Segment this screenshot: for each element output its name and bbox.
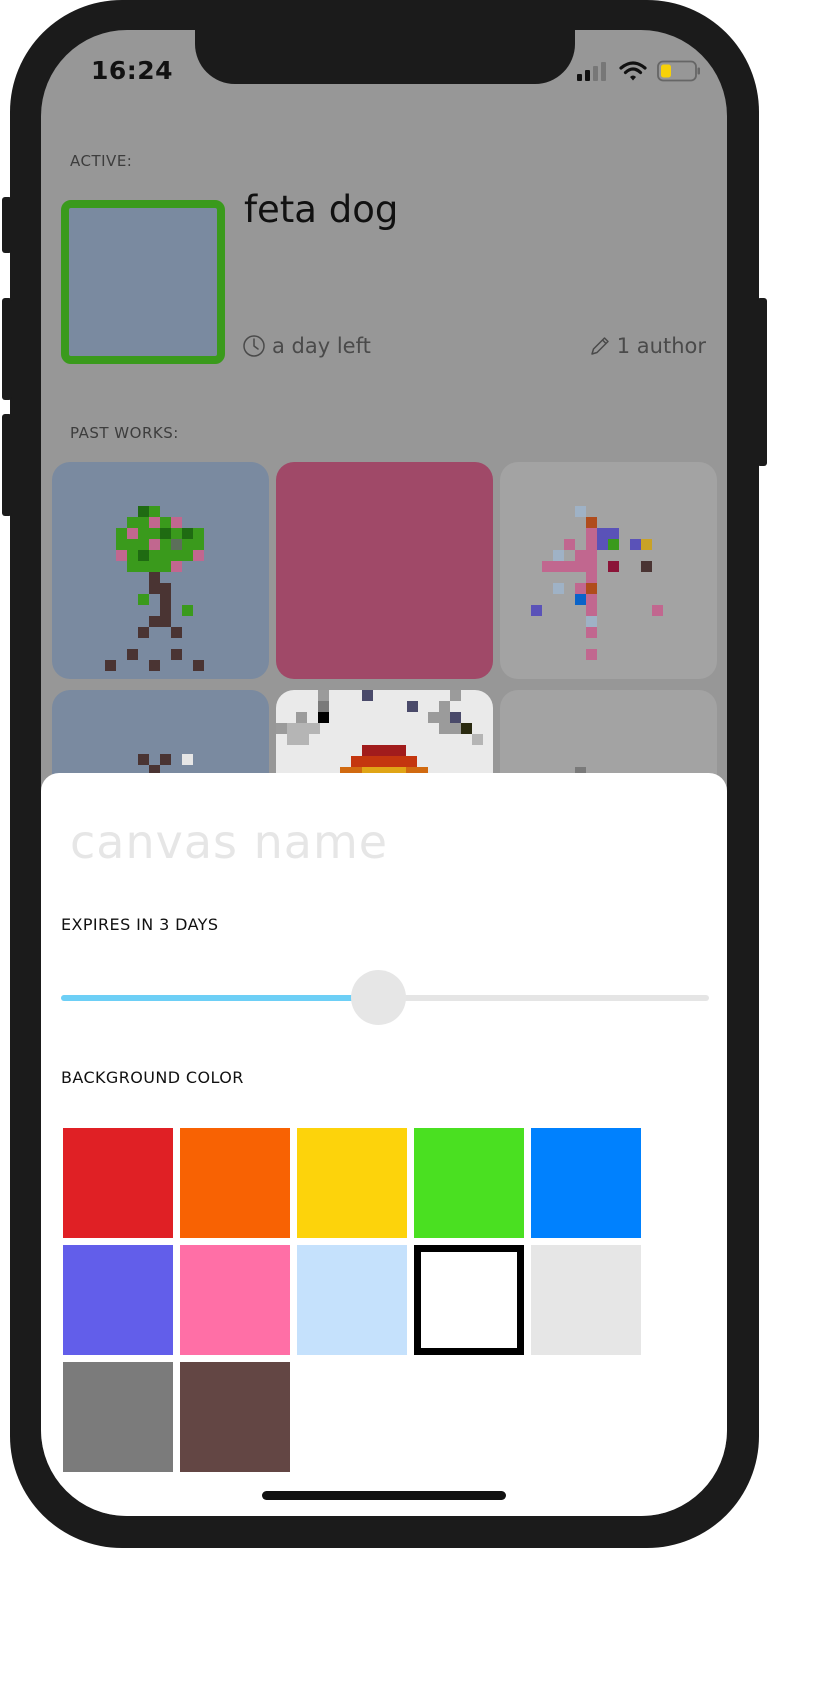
color-swatch[interactable] [180,1245,290,1355]
app-screen: 16:24 ACTIVE: feta dog a day left 1 auth… [41,30,727,1516]
color-swatch[interactable] [414,1128,524,1238]
tree-pixel-art [105,506,204,671]
past-work-tile-abstract[interactable] [500,462,717,679]
color-swatch[interactable] [297,1245,407,1355]
volume-down-button [2,414,12,516]
power-button [757,298,767,466]
expires-label: EXPIRES IN 3 DAYS [61,915,219,934]
expiry-slider-thumb[interactable] [351,970,407,1025]
color-swatch[interactable] [531,1245,641,1355]
active-canvas-title[interactable]: feta dog [244,188,398,231]
status-time: 16:24 [91,56,174,85]
authors-info: 1 author [589,334,706,358]
status-icons [577,60,701,82]
color-swatch[interactable] [297,1128,407,1238]
battery-icon [657,60,700,82]
past-works-section-label: PAST WORKS: [70,424,179,442]
color-swatch-selected[interactable] [414,1245,524,1355]
expiry-slider-fill [61,995,379,1001]
background-color-label: BACKGROUND COLOR [61,1068,244,1087]
cellular-signal-icon [577,62,606,81]
authors-text: 1 author [616,334,706,358]
expiry-slider[interactable] [61,970,709,1025]
active-section-label: ACTIVE: [70,152,133,170]
pencil-icon [591,337,609,355]
time-left-info: a day left [242,334,371,358]
past-work-tile-pink[interactable] [276,462,493,679]
clock-icon [243,335,265,357]
notch [195,30,575,84]
mute-switch [2,197,12,253]
color-swatch[interactable] [63,1245,173,1355]
time-left-text: a day left [272,334,371,358]
color-swatch[interactable] [63,1128,173,1238]
active-canvas-thumbnail[interactable] [61,200,225,364]
color-swatch[interactable] [180,1128,290,1238]
wifi-icon [619,61,647,81]
color-swatch[interactable] [180,1362,290,1472]
past-work-tile-tree[interactable] [52,462,269,679]
abstract-pixel-art [531,506,663,660]
home-indicator[interactable] [262,1491,506,1500]
color-swatch[interactable] [531,1128,641,1238]
new-canvas-sheet: EXPIRES IN 3 DAYS BACKGROUND COLOR [41,773,727,1516]
volume-up-button [2,298,12,400]
canvas-name-input[interactable] [70,815,630,869]
color-swatch[interactable] [63,1362,173,1472]
